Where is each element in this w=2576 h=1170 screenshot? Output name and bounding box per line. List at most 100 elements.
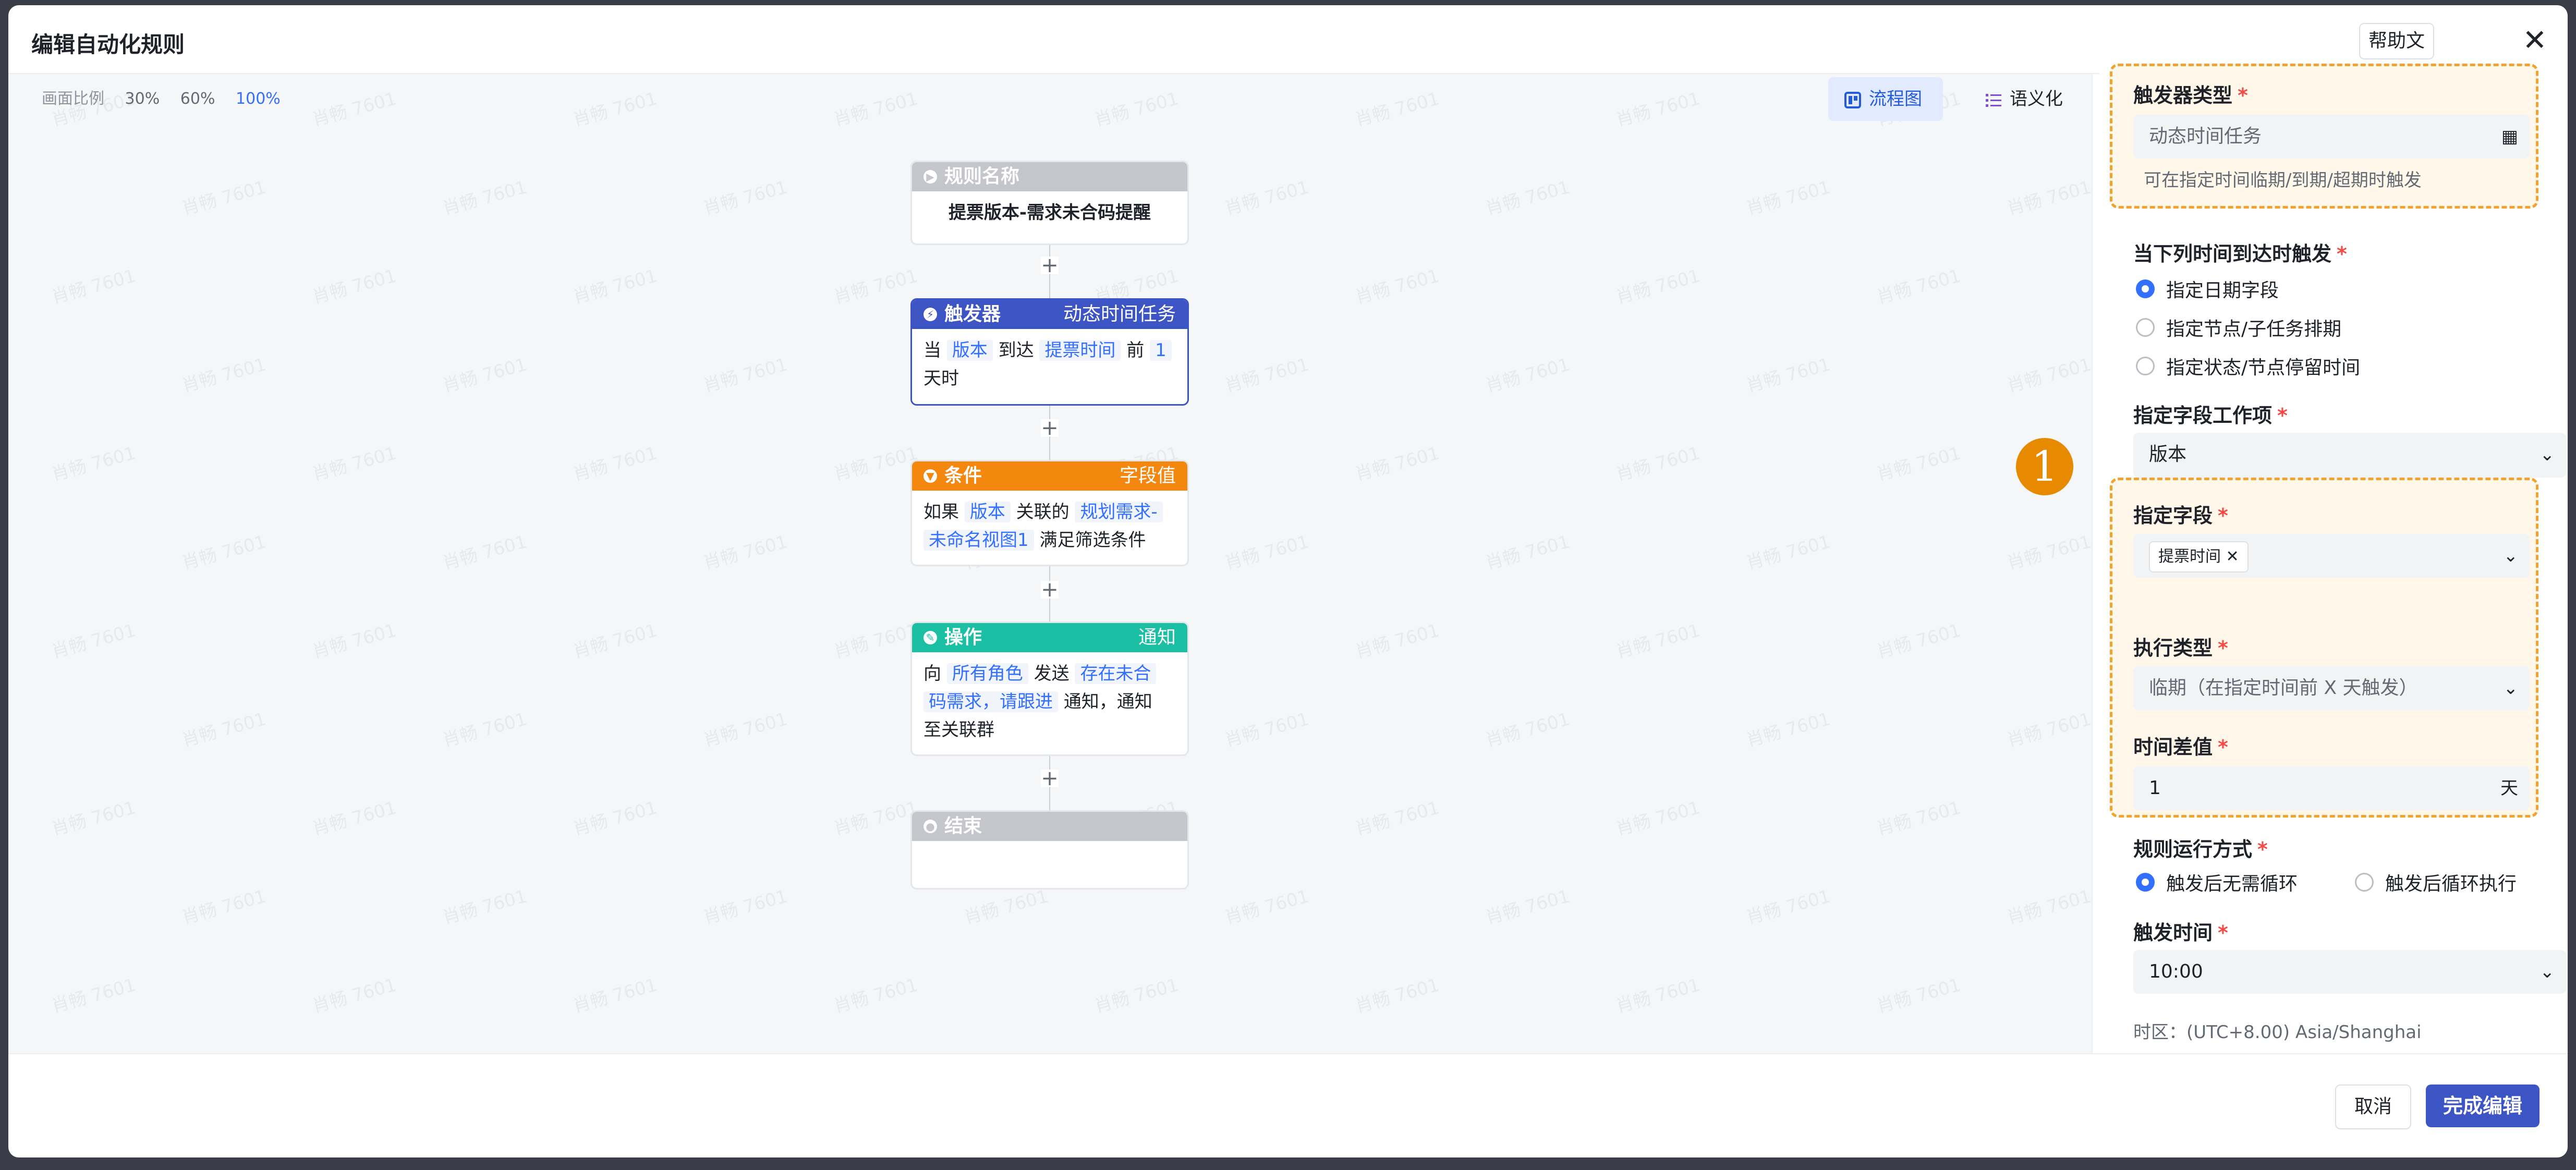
radio-date-field[interactable]: 指定日期字段	[2136, 275, 2279, 302]
time-diff-unit: 天	[2500, 778, 2518, 799]
watermark-text: 肖畅 7601	[570, 443, 660, 485]
zoom-scale: 画面比例 30% 60% 100%	[42, 86, 296, 108]
add-step-plus-icon[interactable]: +	[1041, 418, 1059, 438]
help-docs-button[interactable]: 帮助文档	[2359, 23, 2434, 86]
trigger-time-select[interactable]: 10:00 ⌄	[2133, 950, 2566, 994]
required-mark: *	[2218, 637, 2228, 660]
radio-no-loop[interactable]: 触发后无需循环	[2136, 869, 2298, 896]
add-step-plus-icon[interactable]: +	[1041, 255, 1059, 276]
trigger-time-label: 触发时间 *	[2133, 917, 2228, 945]
watermark-text: 肖畅 7601	[570, 620, 660, 663]
finish-edit-button[interactable]: 完成编辑	[2426, 1084, 2539, 1127]
watermark-text: 肖畅 7601	[831, 974, 920, 1017]
radio-label: 触发后无需循环	[2166, 873, 2298, 895]
exec-type-value: 临期（在指定时间前 X 天触发）	[2149, 677, 2418, 699]
semantic-view-button[interactable]: 语义化	[1969, 77, 2073, 121]
watermark-text: 肖畅 7601	[440, 531, 529, 574]
grid-icon: ▦	[2501, 126, 2518, 147]
zoom-100[interactable]: 100%	[236, 90, 281, 108]
required-mark: *	[2277, 404, 2288, 427]
watermark-text: 肖畅 7601	[1613, 974, 1703, 1017]
watermark-text: 肖畅 7601	[310, 620, 399, 663]
watermark-text: 肖畅 7601	[179, 531, 269, 574]
watermark-text: 肖畅 7601	[1483, 886, 1572, 929]
exec-type-select[interactable]: 临期（在指定时间前 X 天触发） ⌄	[2133, 666, 2530, 710]
watermark-text: 肖畅 7601	[179, 886, 269, 929]
list-icon	[1986, 93, 2001, 107]
radio-checked-icon	[2136, 279, 2155, 298]
text: 前	[1126, 340, 1145, 361]
watermark-text: 肖畅 7601	[831, 797, 920, 840]
watermark-text: 肖畅 7601	[701, 709, 790, 751]
watermark-text: 肖畅 7601	[570, 265, 660, 308]
watermark-text: 肖畅 7601	[2004, 531, 2092, 574]
watermark-text: 肖畅 7601	[2004, 354, 2092, 397]
label-text: 当下列时间到达时触发	[2133, 242, 2332, 265]
action-chip-message: 存在未合	[1075, 663, 1157, 684]
condition-header: ▼ 条件 字段值	[912, 461, 1187, 491]
watermark-text: 肖畅 7601	[570, 797, 660, 840]
watermark-text: 肖畅 7601	[1874, 620, 1963, 663]
watermark-text: 肖畅 7601	[2004, 709, 2092, 751]
condition-chip-view-cont: 未命名视图1	[924, 530, 1034, 551]
watermark-text: 肖畅 7601	[49, 620, 138, 663]
trigger-node[interactable]: ⚡ 触发器 动态时间任务 当 版本 到达 提票时间 前 1 天时	[910, 298, 1189, 406]
condition-node[interactable]: ▼ 条件 字段值 如果 版本 关联的 规划需求- 未命名视图1 满足筛选条件	[910, 460, 1189, 566]
field-label: 指定字段 *	[2133, 499, 2228, 528]
zoom-scale-label: 画面比例	[42, 90, 104, 108]
watermark-text: 肖畅 7601	[1483, 531, 1572, 574]
condition-type-label: 字段值	[1119, 465, 1176, 486]
trigger-chip-days: 1	[1150, 340, 1172, 361]
watermark-text: 肖畅 7601	[1744, 531, 1833, 574]
trigger-time-value: 10:00	[2149, 961, 2203, 982]
field-multiselect[interactable]: 提票时间 ✕ ⌄	[2133, 534, 2530, 578]
stop-icon: ●	[924, 820, 937, 833]
radio-status-duration[interactable]: 指定状态/节点停留时间	[2136, 352, 2360, 380]
cancel-button[interactable]: 取消	[2335, 1084, 2411, 1129]
zoom-30[interactable]: 30%	[125, 90, 160, 108]
watermark-text: 肖畅 7601	[310, 443, 399, 485]
watermark-text: 肖畅 7601	[440, 886, 529, 929]
zoom-60[interactable]: 60%	[180, 90, 215, 108]
action-node[interactable]: ✎ 操作 通知 向 所有角色 发送 存在未合 码需求，请跟进 通知，通知 至关联…	[910, 621, 1189, 756]
add-step-plus-icon[interactable]: +	[1041, 579, 1059, 600]
text: 通知，通知	[1063, 691, 1152, 712]
required-mark: *	[2337, 242, 2347, 265]
text: 当	[924, 340, 941, 361]
tag-close-icon[interactable]: ✕	[2226, 547, 2239, 566]
watermark-text: 肖畅 7601	[831, 88, 920, 131]
time-trigger-label: 当下列时间到达时触发 *	[2133, 238, 2347, 266]
time-diff-input[interactable]: 1 天	[2133, 766, 2530, 810]
required-mark: *	[2257, 838, 2268, 861]
flowchart-view-button[interactable]: 流程图	[1828, 77, 1943, 121]
end-node[interactable]: ● 结束	[910, 810, 1189, 889]
watermark-text: 肖畅 7601	[440, 709, 529, 751]
work-item-select[interactable]: 版本 ⌄	[2133, 433, 2566, 478]
radio-unchecked-icon	[2136, 357, 2155, 375]
watermark-text: 肖畅 7601	[701, 886, 790, 929]
watermark-text: 肖畅 7601	[179, 177, 269, 220]
trigger-type-select[interactable]: 动态时间任务 ▦	[2133, 115, 2530, 159]
watermark-text: 肖畅 7601	[1744, 709, 1833, 751]
radio-loop[interactable]: 触发后循环执行	[2355, 869, 2517, 896]
watermark-text: 肖畅 7601	[310, 88, 399, 131]
rule-name-node[interactable]: ▶ 规则名称 提票版本-需求未合码提醒	[910, 161, 1189, 245]
text: 向	[924, 663, 941, 684]
required-mark: *	[2218, 736, 2228, 759]
trigger-type-label: 动态时间任务	[1063, 303, 1176, 325]
action-header-label: 操作	[944, 627, 982, 648]
close-icon[interactable]: ✕	[2519, 25, 2550, 56]
wrench-icon: ✎	[924, 631, 937, 644]
watermark-text: 肖畅 7601	[1874, 265, 1963, 308]
watermark-text: 肖畅 7601	[1483, 177, 1572, 220]
watermark-text: 肖畅 7601	[1613, 620, 1703, 663]
radio-node-schedule[interactable]: 指定节点/子任务排期	[2136, 314, 2341, 341]
trigger-chip-field: 提票时间	[1039, 340, 1121, 361]
text: 发送	[1034, 663, 1070, 684]
flowchart-icon	[1844, 91, 1861, 108]
condition-chip-view: 规划需求-	[1075, 502, 1163, 522]
action-description: 向 所有角色 发送 存在未合 码需求，请跟进 通知，通知 至关联群	[912, 652, 1187, 751]
add-step-plus-icon[interactable]: +	[1041, 768, 1059, 789]
chevron-down-icon: ⌄	[2503, 545, 2519, 566]
required-mark: *	[2218, 504, 2228, 527]
